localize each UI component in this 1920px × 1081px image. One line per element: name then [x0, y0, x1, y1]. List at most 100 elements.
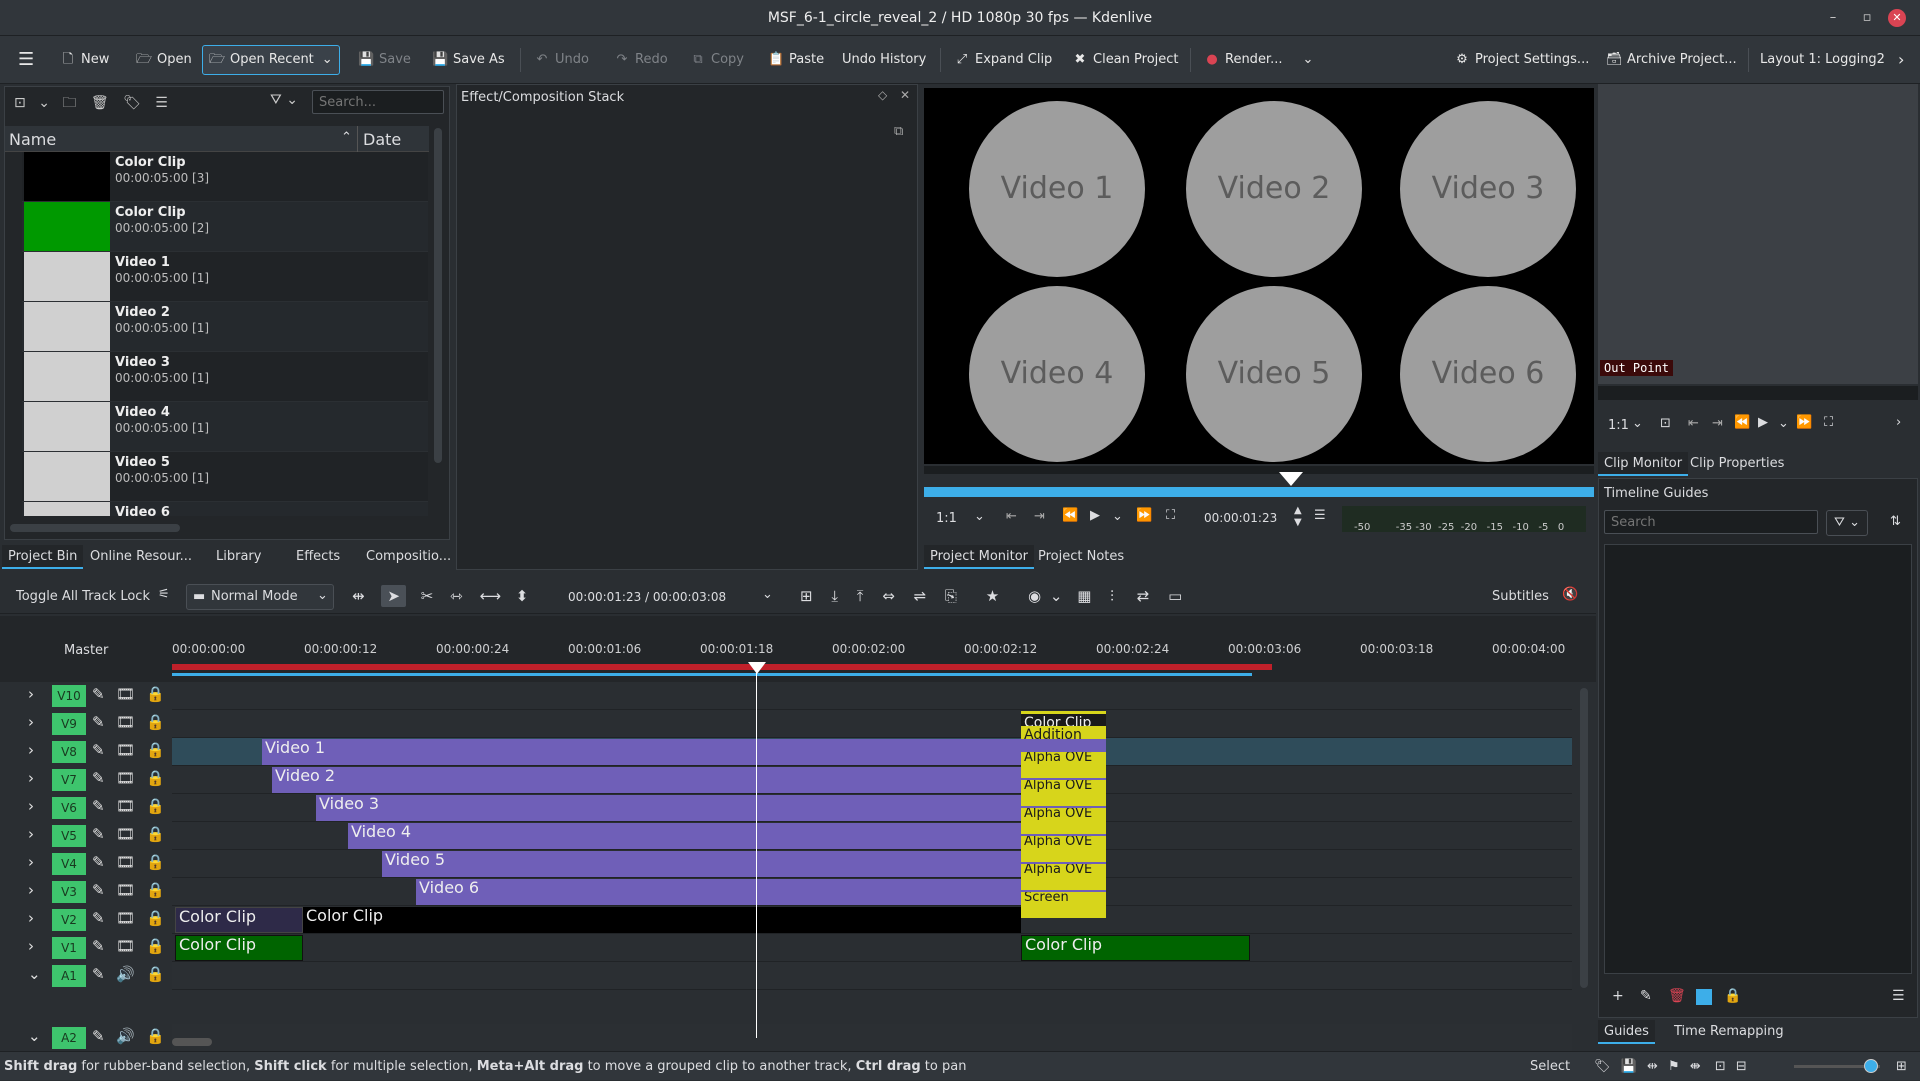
subtitles-label[interactable]: Subtitles	[1492, 589, 1549, 604]
chevron-right-icon[interactable]: ›	[28, 825, 34, 843]
monitor-zone-bar[interactable]	[924, 487, 1594, 497]
bin-item[interactable]: Color Clip 00:00:05:00 [2]	[22, 202, 428, 252]
monitor-timecode[interactable]: 00:00:01:23	[1204, 511, 1277, 525]
film-icon[interactable]: 🎞	[116, 685, 135, 703]
crop-icon[interactable]: ⛶	[1824, 415, 1833, 430]
lock-icon[interactable]: 🔒	[146, 825, 165, 843]
monitor-zoom[interactable]: 1:1	[936, 511, 957, 526]
track-header[interactable]: › V1 ✎ 🎞 🔒	[0, 934, 172, 962]
track-lane[interactable]	[172, 1024, 1572, 1052]
effects-wand-icon[interactable]: ✎	[92, 741, 105, 759]
set-in-icon[interactable]: ⇤	[1006, 509, 1017, 524]
track-name[interactable]: V4	[52, 853, 86, 875]
play-icon[interactable]: ▶	[1758, 415, 1768, 430]
chevron-right-icon[interactable]: ›	[28, 769, 34, 787]
edit-icon[interactable]: ✎	[1640, 988, 1652, 1004]
composition-clip[interactable]: Alpha OVE	[1021, 780, 1106, 806]
chevron-right-icon[interactable]: ›	[28, 937, 34, 955]
close-panel-icon[interactable]: ✕	[900, 88, 910, 102]
track-header[interactable]: › V4 ✎ 🎞 🔒	[0, 850, 172, 878]
rewind-icon[interactable]: ⏪	[1734, 415, 1750, 430]
timeline-position[interactable]: 00:00:01:23 / 00:00:03:08	[568, 590, 726, 604]
chevron-right-icon[interactable]: ›	[28, 713, 34, 731]
chevron-down-icon[interactable]: ⌄	[1112, 509, 1123, 524]
track-header[interactable]: › V10 ✎ 🎞 🔒	[0, 682, 172, 710]
video-clip[interactable]: Video 3	[316, 795, 1106, 821]
track-name[interactable]: V8	[52, 741, 86, 763]
render-button[interactable]: ● Render... ⌄	[1198, 47, 1319, 73]
color-clip[interactable]: Color Clip	[175, 935, 303, 961]
record-icon[interactable]: ◉	[1028, 587, 1041, 605]
extract-icon[interactable]: ⇌	[914, 587, 927, 605]
chevron-right-icon[interactable]: ›	[28, 853, 34, 871]
play-icon[interactable]: ▶	[1090, 508, 1100, 523]
track-header[interactable]: ⌄ A1 ✎ 🔊 🔒	[0, 962, 172, 990]
composition-clip[interactable]: Alpha OVE	[1021, 836, 1106, 862]
bin-item[interactable]: Video 3 00:00:05:00 [1]	[22, 352, 428, 402]
speaker-icon[interactable]: 🔊	[116, 965, 135, 983]
spacer-tool-icon[interactable]: ⇹	[352, 587, 365, 605]
column-name-header[interactable]: Name	[9, 130, 56, 149]
lift-icon[interactable]: ⇔	[882, 587, 895, 605]
track-name[interactable]: V2	[52, 909, 86, 931]
film-icon[interactable]: 🎞	[116, 937, 135, 955]
video-clip[interactable]: Video 1	[262, 739, 1106, 765]
lock-icon[interactable]: 🔒	[146, 909, 165, 927]
chevron-right-icon[interactable]: ›	[28, 685, 34, 703]
save-button[interactable]: 💾 Save	[352, 47, 417, 73]
menu-icon[interactable]: ☰	[155, 95, 168, 111]
clip-monitor-screen[interactable]	[1598, 84, 1918, 384]
chevron-down-icon[interactable]: ⌄	[1632, 416, 1643, 431]
fit-zoom-icon[interactable]: ⊞	[800, 587, 813, 605]
chevron-right-icon[interactable]: ›	[28, 909, 34, 927]
effects-wand-icon[interactable]: ✎	[92, 685, 105, 703]
timeline-vscrollbar[interactable]	[1580, 688, 1588, 988]
maximize-icon[interactable]: ▫	[1852, 0, 1882, 36]
track-header[interactable]: › V7 ✎ 🎞 🔒	[0, 766, 172, 794]
film-icon[interactable]: 🎞	[116, 881, 135, 899]
project-settings-button[interactable]: ⚙ Project Settings...	[1448, 47, 1595, 73]
slip-tool-icon[interactable]: ⬍	[516, 587, 529, 605]
bin-item[interactable]: Video 1 00:00:05:00 [1]	[22, 252, 428, 302]
effects-wand-icon[interactable]: ✎	[92, 965, 105, 983]
bin-item[interactable]: Video 5 00:00:05:00 [1]	[22, 452, 428, 502]
snapshot-icon[interactable]: ⎘	[945, 587, 957, 605]
video-clip[interactable]: Video 2	[272, 767, 1106, 793]
track-lane[interactable]	[172, 682, 1572, 710]
lock-icon[interactable]: 🔒	[146, 797, 165, 815]
minimize-icon[interactable]: –	[1818, 0, 1848, 36]
guides-search-input[interactable]	[1604, 510, 1818, 534]
tab-compositions[interactable]: Compositio...	[360, 545, 457, 569]
float-icon[interactable]: ◇	[878, 88, 887, 102]
set-out-icon[interactable]: ⇥	[1712, 416, 1723, 431]
chevron-down-icon[interactable]: ⌄	[1778, 416, 1789, 431]
film-icon[interactable]: 🎞	[116, 909, 135, 927]
track-header[interactable]: › V3 ✎ 🎞 🔒	[0, 878, 172, 906]
effects-wand-icon[interactable]: ✎	[92, 797, 105, 815]
video-clip[interactable]: Video 4	[348, 823, 1106, 849]
split-icon[interactable]: ⇼	[1690, 1059, 1701, 1074]
tab-guides[interactable]: Guides	[1598, 1020, 1655, 1044]
tab-time-remapping[interactable]: Time Remapping	[1668, 1020, 1790, 1044]
effects-wand-icon[interactable]: ✎	[92, 909, 105, 927]
color-clip[interactable]: Color Clip	[1021, 935, 1250, 961]
monitor-menu-icon[interactable]: ☰	[1314, 508, 1326, 523]
film-icon[interactable]: 🎞	[116, 853, 135, 871]
track-name[interactable]: V7	[52, 769, 86, 791]
video-clip[interactable]: Video 6	[416, 879, 1106, 905]
guides-filter-icon[interactable]: ⛛ ⌄	[1826, 510, 1868, 536]
composition-clip[interactable]: Alpha OVE	[1021, 752, 1106, 778]
track-name[interactable]: A2	[52, 1027, 86, 1049]
track-lane[interactable]	[172, 710, 1572, 738]
set-out-icon[interactable]: ⇥	[1034, 509, 1045, 524]
tab-online-resources[interactable]: Online Resour...	[84, 545, 198, 569]
undo-history-button[interactable]: Undo History	[836, 47, 932, 73]
track-name[interactable]: V3	[52, 881, 86, 903]
color-clip[interactable]: Color Clip	[175, 907, 303, 933]
lock-icon[interactable]: 🔒	[146, 713, 165, 731]
tab-library[interactable]: Library	[210, 545, 267, 569]
master-label[interactable]: Master	[64, 643, 108, 658]
video-clip[interactable]: Video 5	[382, 851, 1106, 877]
archive-project-button[interactable]: 🗃 Archive Project...	[1600, 47, 1743, 73]
composition-clip[interactable]: Alpha OVE	[1021, 864, 1106, 890]
